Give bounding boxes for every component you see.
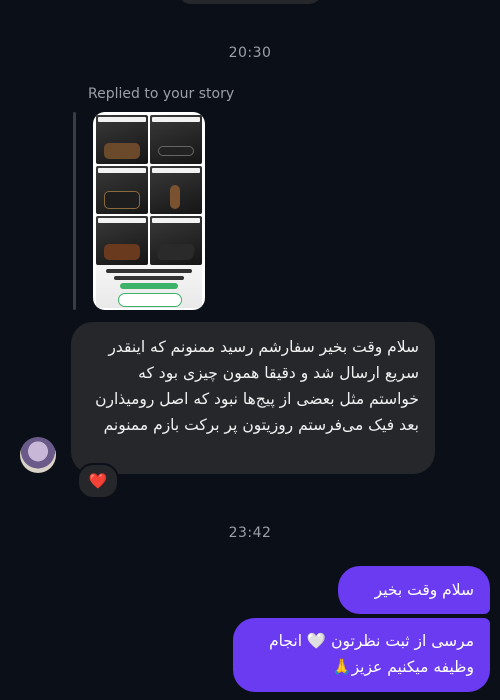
story-product-image bbox=[150, 115, 202, 164]
replied-to-story-label: Replied to your story bbox=[88, 86, 235, 102]
story-product-image bbox=[96, 216, 148, 265]
previous-message-bubble bbox=[178, 0, 322, 4]
story-product-image bbox=[150, 165, 202, 215]
incoming-message-bubble[interactable]: سلام وقت بخیر سفارشم رسید ممنونم که اینق… bbox=[71, 322, 435, 474]
story-product-image bbox=[96, 115, 148, 164]
story-product-image bbox=[96, 165, 148, 215]
reply-indicator-bar bbox=[73, 112, 76, 310]
outgoing-message-bubble[interactable]: مرسی از ثبت نظرتون 🤍 انجام وظیفه میکنیم … bbox=[233, 618, 490, 692]
heart-reaction-icon[interactable]: ❤️ bbox=[77, 463, 119, 499]
story-caption-area bbox=[96, 265, 202, 308]
story-thumbnail[interactable] bbox=[93, 112, 205, 310]
sender-avatar[interactable] bbox=[20, 437, 56, 473]
outgoing-message-bubble[interactable]: سلام وقت بخیر bbox=[338, 566, 490, 614]
story-product-image bbox=[150, 216, 202, 265]
story-product-grid bbox=[96, 115, 202, 265]
timestamp: 23:42 bbox=[228, 525, 272, 541]
timestamp: 20:30 bbox=[228, 45, 272, 61]
